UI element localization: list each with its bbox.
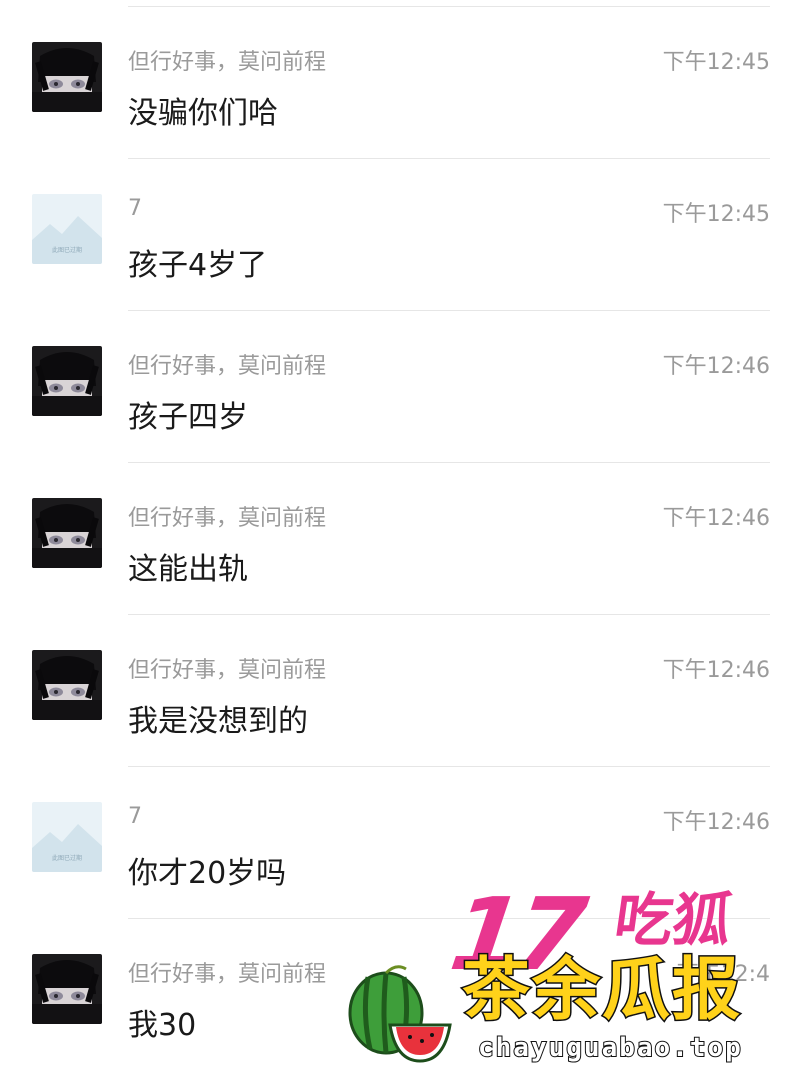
timestamp: 下午12:45: [662, 50, 770, 75]
placeholder-image-avatar[interactable]: 此图已过期: [32, 802, 102, 872]
message-text: 孩子4岁了: [128, 248, 268, 283]
timestamp: 下午12:46: [662, 354, 770, 379]
sender-name: 但行好事，莫问前程: [128, 962, 327, 987]
timestamp: 下午12:46: [662, 658, 770, 683]
message-row[interactable]: 但行好事，莫问前程 下午12:46 这能出轨: [0, 462, 800, 614]
watermelon-icon: [348, 965, 452, 1063]
sender-name: 7: [128, 196, 142, 221]
message-text: 没骗你们哈: [128, 96, 278, 131]
message-text: 孩子四岁: [128, 400, 248, 435]
timestamp: 下午12:46: [662, 810, 770, 835]
message-row[interactable]: 但行好事，莫问前程 下午12:46 孩子四岁: [0, 310, 800, 462]
message-row[interactable]: 但行好事，莫问前程 下午12:46 我是没想到的: [0, 614, 800, 766]
sender-name: 但行好事，莫问前程: [128, 658, 327, 683]
sender-name: 7: [128, 804, 142, 829]
anime-girl-avatar[interactable]: [32, 650, 102, 720]
sender-name: 但行好事，莫问前程: [128, 506, 327, 531]
anime-girl-avatar[interactable]: [32, 954, 102, 1024]
message-text: 你才20岁吗: [128, 856, 287, 891]
anime-girl-avatar[interactable]: [32, 346, 102, 416]
timestamp: 下午12:45: [662, 202, 770, 227]
message-row[interactable]: 但行好事，莫问前程 下午12:45 没骗你们哈: [0, 6, 800, 158]
message-text: 我30: [128, 1008, 197, 1043]
watermark-brand: 吃狐: [610, 886, 736, 954]
watermark-logo: 17 吃狐 茶余瓜报 chayuguabao.top: [340, 876, 800, 1070]
anime-girl-avatar[interactable]: [32, 498, 102, 568]
watermark-url: chayuguabao.top: [477, 1033, 743, 1063]
watermark-title: 茶余瓜报: [460, 951, 743, 1030]
placeholder-image-avatar[interactable]: 此图已过期: [32, 194, 102, 264]
message-text: 这能出轨: [128, 552, 248, 587]
message-row[interactable]: 此图已过期 7 下午12:45 孩子4岁了: [0, 158, 800, 310]
sender-name: 但行好事，莫问前程: [128, 50, 327, 75]
timestamp: 下午12:46: [662, 506, 770, 531]
anime-girl-avatar[interactable]: [32, 42, 102, 112]
message-text: 我是没想到的: [128, 704, 308, 739]
placeholder-caption: 此图已过期: [52, 854, 82, 862]
placeholder-caption: 此图已过期: [52, 246, 82, 254]
sender-name: 但行好事，莫问前程: [128, 354, 327, 379]
